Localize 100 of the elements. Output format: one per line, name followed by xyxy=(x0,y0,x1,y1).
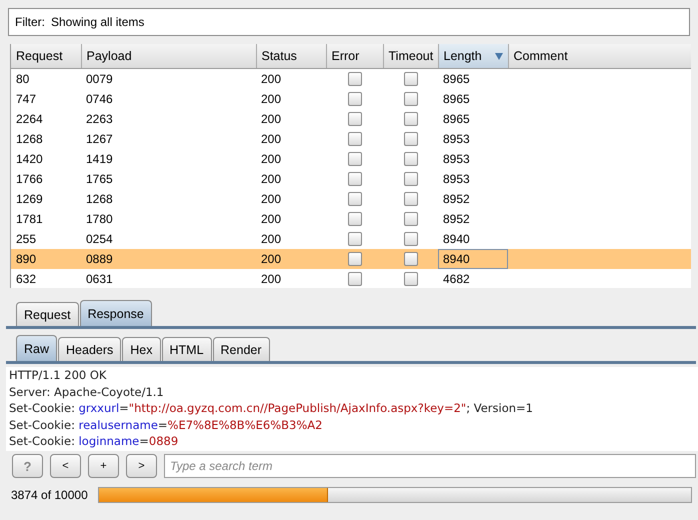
table-row[interactable]: 632 0631 200 4682 xyxy=(11,269,691,288)
checkbox[interactable] xyxy=(404,192,418,206)
response-line: Set-Cookie: loginname=0889 xyxy=(8,433,180,450)
checkbox[interactable] xyxy=(404,132,418,146)
checkbox[interactable] xyxy=(348,272,362,286)
table-row[interactable]: 2264 2263 200 8965 xyxy=(11,109,691,129)
table-cell: 255 xyxy=(11,229,81,249)
table-cell-text: 200 xyxy=(260,171,282,188)
checkbox[interactable] xyxy=(348,152,362,166)
checkbox[interactable] xyxy=(348,252,362,266)
table-cell-text: 8952 xyxy=(442,191,471,208)
tab[interactable]: HTML xyxy=(162,337,212,361)
table-cell-text: 200 xyxy=(260,191,282,208)
table-row[interactable]: 747 0746 200 8965 xyxy=(11,89,691,109)
table-cell-text: 1766 xyxy=(15,171,44,188)
column-header[interactable]: Status xyxy=(256,44,326,68)
tab[interactable]: Headers xyxy=(58,337,122,361)
filter-bar[interactable]: Filter: Showing all items xyxy=(8,8,690,36)
table-cell: 200 xyxy=(256,249,326,269)
checkbox[interactable] xyxy=(404,72,418,86)
table-cell-text: 200 xyxy=(260,151,282,168)
table-cell: 8940 xyxy=(438,229,508,249)
column-header[interactable]: Timeout xyxy=(383,44,438,68)
filter-label: Filter: xyxy=(15,15,45,29)
checkbox[interactable] xyxy=(348,72,362,86)
search-nav-button[interactable]: + xyxy=(88,454,119,478)
checkbox[interactable] xyxy=(348,92,362,106)
table-cell-text: 1268 xyxy=(85,191,114,208)
table-cell: 0631 xyxy=(81,269,256,288)
checkbox[interactable] xyxy=(348,132,362,146)
table-row[interactable]: 1420 1419 200 8953 xyxy=(11,149,691,169)
table-cell-text: 0746 xyxy=(85,91,114,108)
column-header[interactable]: Request xyxy=(11,44,81,68)
response-line: Server: Apache-Coyote/1.1 xyxy=(8,384,165,400)
table-cell-text: 1781 xyxy=(15,211,44,228)
table-cell: 200 xyxy=(256,68,326,89)
table-cell: 4682 xyxy=(438,269,508,288)
table-cell-text: 8953 xyxy=(442,171,471,188)
table-cell-text: 8965 xyxy=(442,111,471,128)
tab[interactable]: Render xyxy=(212,337,270,361)
checkbox[interactable] xyxy=(404,232,418,246)
table-row[interactable]: 1269 1268 200 8952 xyxy=(11,189,691,209)
table-cell-text: 200 xyxy=(260,111,282,128)
table-cell-text: 8952 xyxy=(442,211,471,228)
table-cell-text: 747 xyxy=(15,91,38,108)
response-line: Set-Cookie: grxxurl="http://oa.gyzq.com.cn//PagePublish/AjaxInfo.aspx?key=2"; Version=1 xyxy=(8,400,534,416)
checkbox[interactable] xyxy=(348,232,362,246)
tab[interactable]: Hex xyxy=(122,337,160,361)
table-cell-text: 2263 xyxy=(85,111,114,128)
checkbox[interactable] xyxy=(404,112,418,126)
table-row[interactable]: 890 0889 200 8940 xyxy=(11,249,691,269)
checkbox[interactable] xyxy=(348,212,362,226)
table-row[interactable]: 1766 1765 200 8953 xyxy=(11,169,691,189)
table-cell: 0889 xyxy=(81,249,256,269)
table-cell-text: 1420 xyxy=(15,151,44,168)
table-cell: 890 xyxy=(11,249,81,269)
table-cell-text: 8953 xyxy=(442,131,471,148)
table-cell-text: 1765 xyxy=(85,171,114,188)
checkbox[interactable] xyxy=(348,172,362,186)
tab[interactable]: Response xyxy=(80,300,152,326)
table-cell-text: 200 xyxy=(260,91,282,108)
table-cell: 80 xyxy=(11,68,81,89)
search-nav-button[interactable]: < xyxy=(50,454,81,478)
table-cell-text: 1780 xyxy=(85,211,114,228)
checkbox[interactable] xyxy=(348,192,362,206)
table-cell-text: 200 xyxy=(260,131,282,148)
table-cell: 8940 xyxy=(438,249,508,269)
table-cell: 200 xyxy=(256,269,326,288)
table-cell: 200 xyxy=(256,229,326,249)
search-nav-button[interactable]: > xyxy=(126,454,157,478)
table-cell-text: 1269 xyxy=(15,191,44,208)
column-header[interactable]: Error xyxy=(326,44,383,68)
table-cell: 8965 xyxy=(438,68,508,89)
table-cell-text: 1268 xyxy=(15,131,44,148)
column-header[interactable]: Comment xyxy=(508,44,691,68)
checkbox[interactable] xyxy=(404,212,418,226)
checkbox[interactable] xyxy=(348,112,362,126)
table-cell-text: 2264 xyxy=(15,111,44,128)
table-cell: 632 xyxy=(11,269,81,288)
tab[interactable]: Raw xyxy=(16,335,58,361)
table-row[interactable]: 1781 1780 200 8952 xyxy=(11,209,691,229)
table-row[interactable]: 255 0254 200 8940 xyxy=(11,229,691,249)
checkbox[interactable] xyxy=(404,92,418,106)
table-cell-text: 1267 xyxy=(85,131,114,148)
search-field[interactable]: Type a search term xyxy=(164,454,696,478)
checkbox[interactable] xyxy=(404,172,418,186)
table-cell: 0079 xyxy=(81,68,256,89)
progress-text: 3874 of 10000 xyxy=(11,488,88,502)
table-cell-text: 8965 xyxy=(442,91,471,108)
checkbox[interactable] xyxy=(404,152,418,166)
checkbox[interactable] xyxy=(404,272,418,286)
tab[interactable]: Request xyxy=(16,302,79,326)
checkbox[interactable] xyxy=(404,252,418,266)
column-header[interactable]: Payload xyxy=(81,44,256,68)
table-row[interactable]: 80 0079 200 8965 xyxy=(11,68,691,89)
table-cell-text: 200 xyxy=(260,211,282,228)
table-row[interactable]: 1268 1267 200 8953 xyxy=(11,129,691,149)
table-cell-text: 1419 xyxy=(85,151,114,168)
column-header[interactable]: Length xyxy=(438,44,508,68)
table-cell: 0254 xyxy=(81,229,256,249)
